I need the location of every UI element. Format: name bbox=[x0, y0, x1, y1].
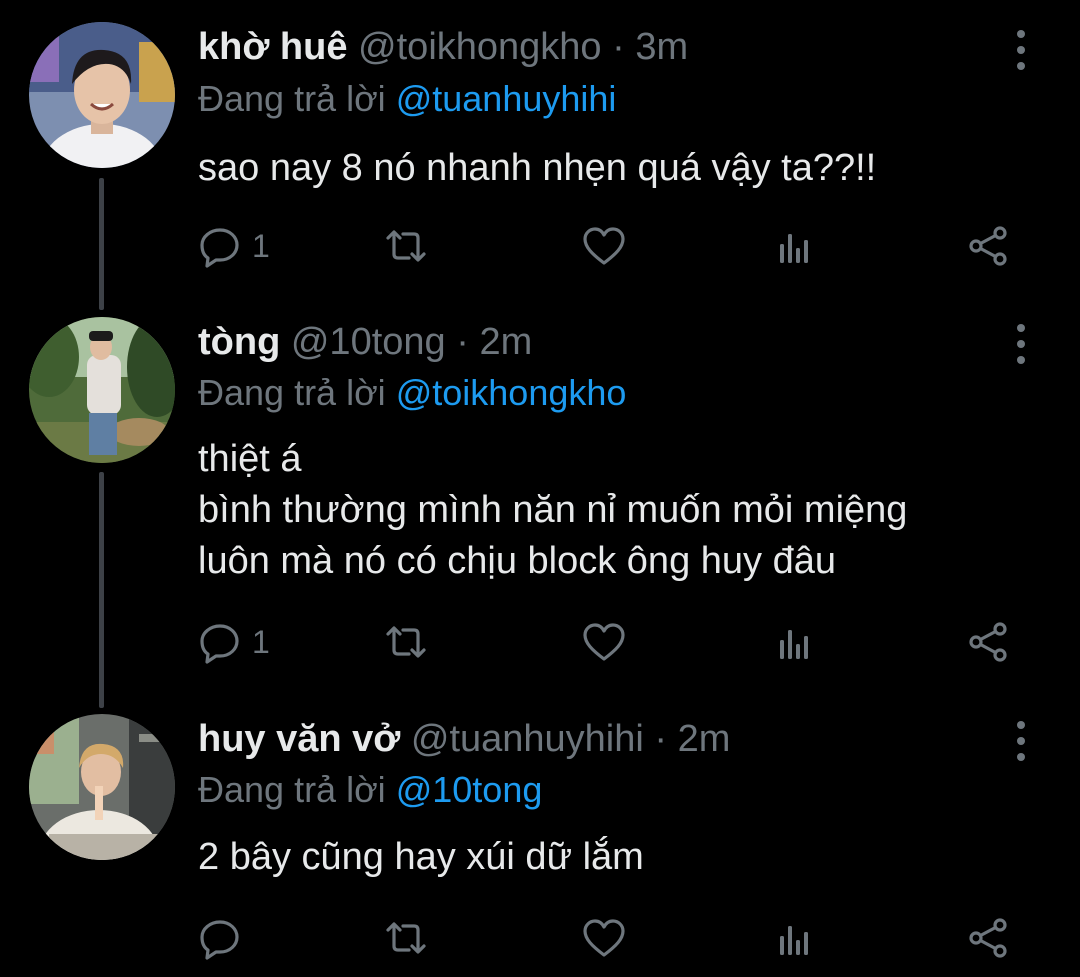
more-icon[interactable] bbox=[1006, 721, 1036, 761]
avatar[interactable] bbox=[29, 317, 175, 463]
like-button[interactable] bbox=[582, 224, 626, 268]
retweet-icon bbox=[386, 626, 426, 658]
tweet[interactable]: khờ huê @toikhongkho · 3m Đang trả lời @… bbox=[0, 0, 1080, 300]
replying-to-mention[interactable]: @10tong bbox=[396, 769, 543, 810]
tweet-actions: 1 bbox=[198, 620, 1018, 664]
tweet-text-line: 2 bây cũng hay xúi dữ lắm bbox=[198, 836, 644, 878]
analytics-button[interactable] bbox=[774, 916, 818, 960]
tweet-text-line: thiệt á bbox=[198, 438, 302, 480]
reply-button[interactable] bbox=[198, 916, 252, 960]
replying-to-label: Đang trả lời bbox=[198, 769, 386, 810]
tweet-actions: 1 bbox=[198, 224, 1018, 268]
replying-to-mention[interactable]: @toikhongkho bbox=[396, 372, 627, 413]
share-button[interactable] bbox=[966, 620, 1010, 664]
tweet-text: sao nay 8 nó nhanh nhẹn quá vậy ta??!! bbox=[198, 143, 1038, 194]
tweet-text: thiệt á bình thường mình năn nỉ muốn mỏi… bbox=[198, 434, 1038, 587]
replying-to: Đang trả lời @toikhongkho bbox=[198, 370, 626, 416]
avatar[interactable] bbox=[29, 714, 175, 860]
display-name[interactable]: khờ huê bbox=[198, 26, 347, 68]
replying-to-mention[interactable]: @tuanhuyhihi bbox=[396, 78, 617, 119]
tweet-actions bbox=[198, 916, 1018, 960]
analytics-icon bbox=[780, 926, 808, 955]
replying-to-label: Đang trả lời bbox=[198, 372, 386, 413]
separator: · bbox=[654, 718, 668, 760]
tweet[interactable]: tòng @10tong · 2m Đang trả lời @toikhong… bbox=[0, 300, 1080, 700]
like-button[interactable] bbox=[582, 916, 626, 960]
retweet-button[interactable] bbox=[384, 224, 428, 268]
tweet[interactable]: huy văn vở @tuanhuyhihi · 2m Đang trả lờ… bbox=[0, 700, 1080, 977]
tweet-text-line: bình thường mình năn nỉ muốn mỏi miệng bbox=[198, 489, 908, 531]
like-icon bbox=[583, 919, 625, 957]
share-button[interactable] bbox=[966, 224, 1010, 268]
share-button[interactable] bbox=[966, 916, 1010, 960]
share-icon bbox=[969, 226, 1007, 266]
like-icon bbox=[583, 227, 625, 265]
avatar[interactable] bbox=[29, 22, 175, 168]
handle[interactable]: @tuanhuyhihi bbox=[411, 718, 644, 760]
tweet-text-line: sao nay 8 nó nhanh nhẹn quá vậy ta??!! bbox=[198, 147, 877, 189]
reply-icon bbox=[200, 920, 239, 960]
reply-icon bbox=[200, 228, 239, 268]
replying-to-label: Đang trả lời bbox=[198, 78, 386, 119]
replying-to: Đang trả lời @10tong bbox=[198, 767, 542, 813]
reply-count: 1 bbox=[252, 227, 270, 264]
timestamp[interactable]: 2m bbox=[479, 321, 532, 363]
share-icon bbox=[969, 622, 1007, 662]
separator: · bbox=[456, 321, 469, 363]
retweet-button[interactable] bbox=[384, 620, 428, 664]
analytics-icon bbox=[780, 630, 808, 659]
tweet-text-line: luôn mà nó có chịu block ông huy đâu bbox=[198, 540, 836, 582]
handle[interactable]: @toikhongkho bbox=[358, 26, 602, 68]
analytics-button[interactable] bbox=[774, 620, 818, 664]
retweet-icon bbox=[386, 230, 426, 262]
reply-button[interactable]: 1 bbox=[198, 620, 270, 664]
like-icon bbox=[583, 623, 625, 661]
timestamp[interactable]: 2m bbox=[678, 718, 731, 760]
separator: · bbox=[612, 26, 625, 68]
replying-to: Đang trả lời @tuanhuyhihi bbox=[198, 76, 616, 122]
retweet-button[interactable] bbox=[384, 916, 428, 960]
timestamp[interactable]: 3m bbox=[635, 26, 688, 68]
reply-button[interactable]: 1 bbox=[198, 224, 270, 268]
analytics-icon bbox=[780, 234, 808, 263]
display-name[interactable]: tòng bbox=[198, 321, 280, 363]
more-icon[interactable] bbox=[1006, 30, 1036, 70]
like-button[interactable] bbox=[582, 620, 626, 664]
more-icon[interactable] bbox=[1006, 324, 1036, 364]
retweet-icon bbox=[386, 922, 426, 954]
reply-count: 1 bbox=[252, 623, 270, 660]
analytics-button[interactable] bbox=[774, 224, 818, 268]
share-icon bbox=[969, 918, 1007, 958]
tweet-text: 2 bây cũng hay xúi dữ lắm bbox=[198, 832, 1038, 883]
display-name[interactable]: huy văn vở bbox=[198, 718, 400, 760]
handle[interactable]: @10tong bbox=[291, 321, 446, 363]
reply-icon bbox=[200, 624, 239, 664]
